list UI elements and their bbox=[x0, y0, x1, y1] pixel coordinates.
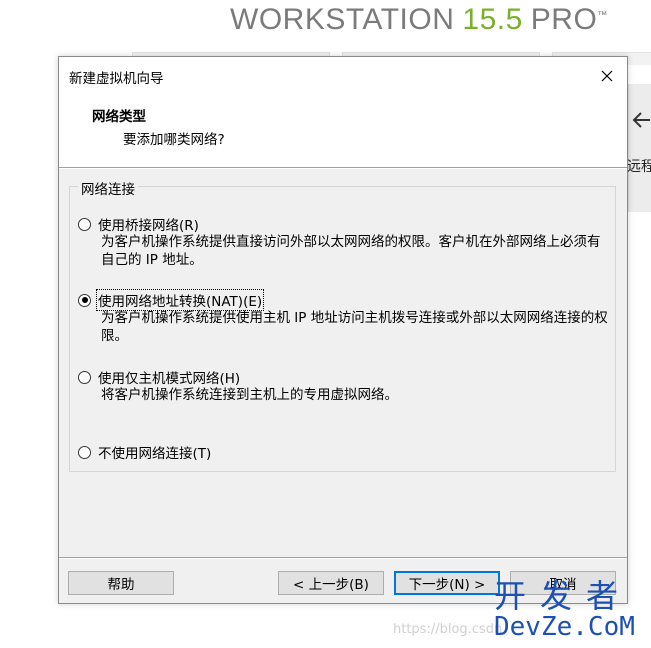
nat-label: 使用网络地址转换(NAT)(E) bbox=[95, 289, 265, 311]
no-network-label: 不使用网络连接(T) bbox=[98, 446, 212, 462]
new-vm-wizard-dialog: 新建虚拟机向导 网络类型 要添加哪类网络? 网络连接 使用桥接网络(R) 为客户… bbox=[58, 56, 628, 604]
host-only-label: 使用仅主机模式网络(H) bbox=[98, 371, 241, 387]
next-button[interactable]: 下一步(N) > bbox=[394, 571, 500, 595]
no-network-radio[interactable] bbox=[78, 445, 91, 459]
screen: WORKSTATION 15.5 PRO™ 远程 新建虚拟机向导 网络类型 要添加哪… bbox=[0, 0, 651, 648]
help-button[interactable]: 帮助 bbox=[68, 571, 174, 595]
brand-version: 15.5 bbox=[462, 3, 523, 36]
devze-watermark-logo: 开发者 DevZe.CoM bbox=[494, 578, 644, 644]
group-label: 网络连接 bbox=[78, 178, 138, 198]
host-only-description: 将客户机操作系统连接到主机上的专用虚拟网络。 bbox=[101, 387, 398, 403]
network-connection-group: 网络连接 使用桥接网络(R) 为客户机操作系统提供直接访问外部以太网网络的权限。… bbox=[69, 178, 616, 472]
watermark-logo-en: DevZe.CoM bbox=[494, 612, 635, 642]
host-only-radio[interactable] bbox=[78, 370, 91, 384]
header-divider bbox=[59, 167, 627, 168]
workstation-brand-logo: WORKSTATION 15.5 PRO™ bbox=[230, 0, 608, 40]
bridged-description: 为客户机操作系统提供直接访问外部以太网网络的权限。客户机在外部网络上必须有自己的… bbox=[101, 234, 601, 268]
watermark-url: https://blog.csdn bbox=[393, 622, 503, 637]
bridged-network-option[interactable]: 使用桥接网络(R) bbox=[78, 214, 200, 234]
bridged-label: 使用桥接网络(R) bbox=[98, 218, 199, 234]
remote-label: 远程 bbox=[627, 159, 651, 175]
dialog-titlebar[interactable]: 新建虚拟机向导 bbox=[59, 57, 627, 95]
close-icon bbox=[601, 70, 613, 82]
nat-network-option[interactable]: 使用网络地址转换(NAT)(E) bbox=[78, 289, 265, 311]
bridged-radio[interactable] bbox=[78, 217, 91, 231]
arrow-left-icon bbox=[632, 112, 650, 128]
brand-name: WORKSTATION bbox=[230, 3, 455, 36]
close-button[interactable] bbox=[593, 63, 621, 89]
trademark-symbol: ™ bbox=[597, 10, 608, 21]
wizard-header: 网络类型 要添加哪类网络? bbox=[59, 95, 627, 167]
page-subtitle: 要添加哪类网络? bbox=[123, 132, 225, 148]
connect-remote-server-tile[interactable] bbox=[628, 84, 651, 212]
nat-radio[interactable] bbox=[78, 293, 91, 307]
watermark-logo-cn: 开发者 bbox=[494, 577, 633, 615]
nat-description: 为客户机操作系统提供使用主机 IP 地址访问主机拨号连接或外部以太网网络连接的权… bbox=[101, 310, 608, 344]
dialog-title: 新建虚拟机向导 bbox=[69, 71, 164, 87]
brand-edition: PRO bbox=[530, 3, 598, 36]
footer-divider bbox=[59, 557, 627, 558]
no-network-option[interactable]: 不使用网络连接(T) bbox=[78, 442, 212, 462]
back-button[interactable]: < 上一步(B) bbox=[278, 571, 384, 595]
host-only-network-option[interactable]: 使用仅主机模式网络(H) bbox=[78, 367, 241, 387]
page-title: 网络类型 bbox=[92, 109, 146, 125]
